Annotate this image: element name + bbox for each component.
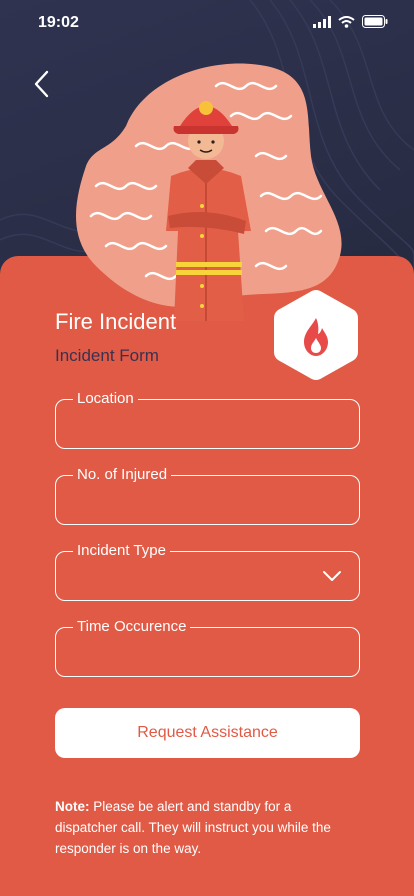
chevron-left-icon bbox=[34, 70, 49, 98]
battery-icon bbox=[362, 15, 388, 28]
page-title: Fire Incident bbox=[55, 309, 177, 334]
request-assistance-button[interactable]: Request Assistance bbox=[55, 708, 360, 758]
location-field[interactable]: Location bbox=[55, 390, 360, 449]
note-body: Please be alert and standby for a dispat… bbox=[55, 799, 331, 856]
status-time: 19:02 bbox=[38, 14, 79, 31]
signal-icon bbox=[313, 15, 331, 28]
location-input[interactable] bbox=[56, 400, 359, 448]
chevron-down-icon bbox=[323, 571, 341, 581]
hex-badge bbox=[274, 290, 358, 380]
time-occurence-input[interactable] bbox=[56, 628, 359, 676]
incident-type-select[interactable]: Incident Type bbox=[55, 542, 360, 601]
note-prefix: Note: bbox=[55, 799, 90, 814]
injured-field[interactable]: No. of Injured bbox=[55, 466, 360, 525]
firefighter-illustration bbox=[76, 63, 342, 321]
note-text: Note: Please be alert and standby for a … bbox=[55, 796, 355, 859]
status-icons bbox=[313, 15, 388, 28]
back-button[interactable] bbox=[26, 66, 56, 102]
time-occurence-field[interactable]: Time Occurence bbox=[55, 618, 360, 677]
page-subtitle: Incident Form bbox=[55, 346, 159, 365]
wifi-icon bbox=[338, 15, 355, 28]
status-bar: 19:02 bbox=[0, 0, 414, 46]
injured-input[interactable] bbox=[56, 476, 359, 524]
incident-type-label: Incident Type bbox=[73, 542, 170, 560]
